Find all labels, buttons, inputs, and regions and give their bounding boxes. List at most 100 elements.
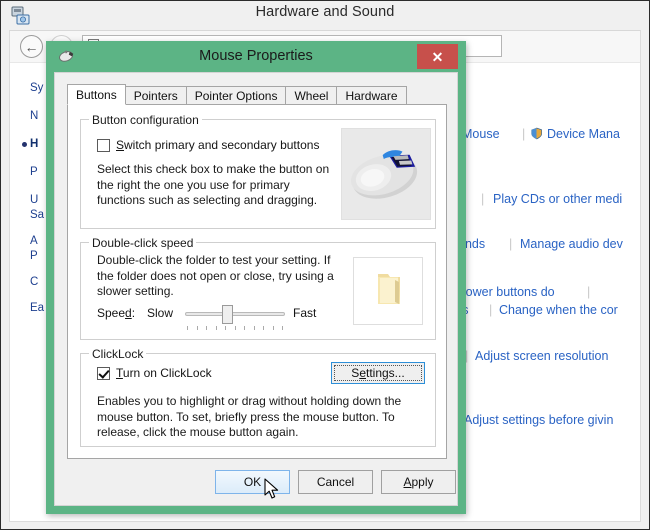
button-configuration-group: Button configuration Switch primary and … xyxy=(80,119,436,229)
clicklock-group: ClickLock Turn on ClickLock Settings... … xyxy=(80,353,436,447)
double-click-speed-description: Double-click the folder to test your set… xyxy=(97,253,347,300)
tab-hardware[interactable]: Hardware xyxy=(336,86,406,105)
dialog-title: Mouse Properties xyxy=(46,41,466,71)
double-click-speed-group: Double-click speed Double-click the fold… xyxy=(80,242,436,340)
speed-label-pre: Spee xyxy=(97,306,125,320)
link-label: Adjust settings before givin xyxy=(464,413,613,427)
tab-label: Pointer Options xyxy=(195,89,278,103)
link-separator: | xyxy=(474,192,491,206)
link-item[interactable]: Play CDs or other medi xyxy=(493,192,622,206)
cancel-button[interactable]: Cancel xyxy=(298,470,373,494)
button-configuration-description: Select this check box to make the button… xyxy=(97,162,333,209)
link-label: Mouse xyxy=(462,127,500,141)
switch-primary-secondary-checkbox-row[interactable]: Switch primary and secondary buttons xyxy=(97,138,319,152)
close-icon: ✕ xyxy=(432,50,444,64)
speed-label: Speed: xyxy=(97,306,135,320)
apply-button[interactable]: Apply xyxy=(381,470,456,494)
apply-button-label: Apply xyxy=(403,475,433,489)
turn-on-clicklock-checkbox[interactable] xyxy=(97,367,110,380)
selected-bullet-icon xyxy=(22,142,27,147)
tab-label: Buttons xyxy=(76,88,117,102)
group-legend: Double-click speed xyxy=(89,236,196,250)
slider-tick xyxy=(206,326,207,330)
turn-on-clicklock-checkbox-row[interactable]: Turn on ClickLock xyxy=(97,366,212,380)
double-click-speed-slider-track[interactable] xyxy=(185,312,285,316)
link-item[interactable]: Manage audio dev xyxy=(520,237,623,251)
link-label: Play CDs or other medi xyxy=(493,192,622,206)
link-item[interactable]: Mouse xyxy=(462,127,500,141)
tab-strip: Buttons Pointers Pointer Options Wheel H… xyxy=(67,84,447,105)
tab-pointers[interactable]: Pointers xyxy=(125,86,187,105)
mouse-cursor-icon xyxy=(264,478,280,500)
checkbox-label-rest: witch primary and secondary buttons xyxy=(124,138,319,152)
tab-label: Pointers xyxy=(134,89,178,103)
slider-tick xyxy=(244,326,245,330)
slider-tick xyxy=(273,326,274,330)
ok-button-label: OK xyxy=(244,475,261,489)
tab-label: Hardware xyxy=(345,89,397,103)
folder-illustration-graphic xyxy=(354,258,422,324)
switch-primary-secondary-label: Switch primary and secondary buttons xyxy=(116,138,319,152)
link-separator: | xyxy=(580,285,597,299)
slider-ticks xyxy=(187,326,283,330)
slider-tick xyxy=(282,326,283,330)
slider-tick xyxy=(216,326,217,330)
clicklock-description: Enables you to highlight or drag without… xyxy=(97,394,427,441)
clicklock-settings-button[interactable]: Settings... xyxy=(331,362,425,384)
sidebar-item-label: P xyxy=(30,250,38,262)
tab-pointer-options[interactable]: Pointer Options xyxy=(186,86,287,105)
sidebar-item-label: C xyxy=(30,276,38,288)
tab-label: Wheel xyxy=(294,89,328,103)
slow-label: Slow xyxy=(147,306,173,320)
slider-tick xyxy=(225,326,226,330)
accesskey-letter: T xyxy=(116,366,123,380)
tab-page-buttons: Button configuration Switch primary and … xyxy=(67,104,447,459)
mouse-illustration xyxy=(341,128,431,220)
link-item[interactable]: Change when the cor xyxy=(499,303,618,317)
double-click-speed-slider-thumb[interactable] xyxy=(222,305,233,324)
window-titlebar: Hardware and Sound xyxy=(1,1,649,31)
switch-primary-secondary-checkbox[interactable] xyxy=(97,139,110,152)
slider-tick xyxy=(263,326,264,330)
sidebar-item-label: A xyxy=(30,235,38,247)
sidebar-item-label: Sy xyxy=(30,82,43,94)
sidebar-item-label: H xyxy=(30,138,38,150)
checkbox-label-rest: urn on ClickLock xyxy=(123,366,212,380)
back-button[interactable]: ← xyxy=(20,35,43,58)
accesskey-letter: d xyxy=(125,306,132,320)
speed-label-post: : xyxy=(132,306,135,320)
link-item[interactable]: Adjust screen resolution xyxy=(475,349,608,363)
close-button[interactable]: ✕ xyxy=(417,44,458,69)
sidebar-item-label: U xyxy=(30,194,38,206)
sidebar-item-label: P xyxy=(30,166,38,178)
accesskey-letter: S xyxy=(116,138,124,152)
link-label: Change when the cor xyxy=(499,303,618,317)
tab-wheel[interactable]: Wheel xyxy=(285,86,337,105)
sidebar-item-label: N xyxy=(30,110,38,122)
link-item-device-manager[interactable]: Device Mana xyxy=(530,127,620,141)
link-label: Device Mana xyxy=(547,127,620,141)
folder-illustration[interactable] xyxy=(353,257,423,325)
back-arrow-icon: ← xyxy=(25,40,39,54)
mouse-properties-dialog: Mouse Properties ✕ Buttons Pointers Poin… xyxy=(46,41,466,514)
accesskey-letter: e xyxy=(359,366,366,380)
slider-tick xyxy=(187,326,188,330)
apply-label-rest: pply xyxy=(412,475,434,489)
link-label: Manage audio dev xyxy=(520,237,623,251)
tab-buttons[interactable]: Buttons xyxy=(67,84,126,105)
shield-icon xyxy=(530,127,543,140)
cancel-button-label: Cancel xyxy=(317,475,354,489)
sidebar-item-label: Ea xyxy=(30,302,44,314)
link-separator: | xyxy=(482,303,499,317)
link-separator: | xyxy=(502,237,519,251)
slider-tick xyxy=(197,326,198,330)
accesskey-letter: A xyxy=(403,475,411,489)
settings-label-post: ttings... xyxy=(366,366,405,380)
dialog-inner-panel: Buttons Pointers Pointer Options Wheel H… xyxy=(54,72,458,506)
window-title: Hardware and Sound xyxy=(1,4,649,20)
link-item[interactable]: Adjust settings before givin xyxy=(464,413,613,427)
mouse-illustration-graphic xyxy=(342,129,430,219)
group-legend: ClickLock xyxy=(89,347,146,361)
fast-label: Fast xyxy=(293,306,316,320)
slider-tick xyxy=(235,326,236,330)
